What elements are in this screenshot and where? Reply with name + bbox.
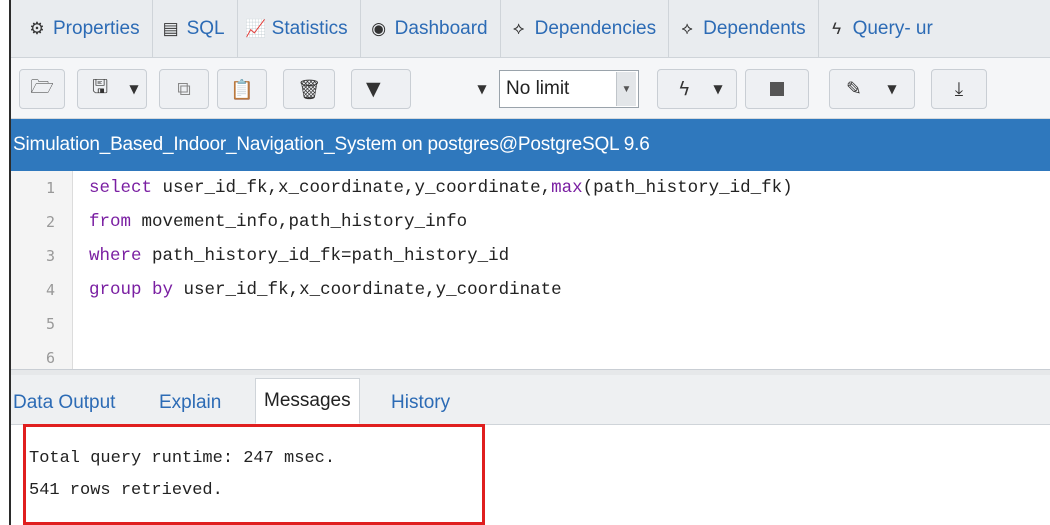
query-tool-icon: ϟ bbox=[832, 18, 842, 38]
message-runtime: Total query runtime: 247 msec. bbox=[29, 449, 336, 468]
tab-label: Dependents bbox=[703, 17, 806, 39]
dependencies-icon: ⟡ bbox=[513, 18, 525, 38]
folder-open-icon: 🗁 bbox=[30, 76, 54, 98]
tab-sql[interactable]: ▤ SQL bbox=[153, 0, 238, 57]
tab-dependents[interactable]: ⟡ Dependents bbox=[669, 0, 819, 57]
execute-options-caret[interactable]: ▼ bbox=[705, 69, 731, 109]
statistics-icon: 📈 bbox=[245, 18, 267, 38]
download-icon: ⤓ bbox=[954, 78, 964, 100]
code-line[interactable]: 3 where path_history_id_fk=path_history_i… bbox=[11, 239, 1050, 273]
sql-token: movement_info,path_history_info bbox=[131, 212, 468, 232]
download-button[interactable]: ⤓ bbox=[931, 69, 987, 109]
tab-query-tool[interactable]: ϟ Query- ur bbox=[819, 0, 945, 57]
tab-statistics[interactable]: 📈 Statistics bbox=[238, 0, 361, 57]
messages-panel: Total query runtime: 247 msec. 541 rows … bbox=[11, 425, 1050, 525]
filter-button[interactable]: ▼ bbox=[351, 69, 411, 109]
tab-label: Properties bbox=[53, 17, 140, 39]
filter-icon: ▼ bbox=[366, 78, 381, 100]
tab-data-output[interactable]: Data Output bbox=[13, 382, 115, 424]
sql-function: max bbox=[551, 178, 583, 198]
code-line[interactable]: 1 select user_id_fk,x_coordinate,y_coordi… bbox=[11, 171, 1050, 205]
tab-dependencies[interactable]: ⟡ Dependencies bbox=[501, 0, 670, 57]
chevron-down-icon: ▼ bbox=[713, 82, 723, 96]
message-rows: 541 rows retrieved. bbox=[29, 481, 223, 500]
paste-icon: 📋 bbox=[230, 78, 254, 101]
trash-icon: 🗑 bbox=[296, 78, 322, 101]
edit-options-caret[interactable]: ▼ bbox=[879, 69, 905, 109]
line-number: 3 bbox=[45, 247, 55, 265]
object-tabs: ⚙ Properties ▤ SQL 📈 Statistics ◉ Dashboard … bbox=[11, 0, 1050, 58]
code-text: where path_history_id_fk=path_history_id bbox=[89, 246, 509, 266]
chevron-down-icon: ▼ bbox=[477, 82, 487, 96]
dashboard-icon: ◉ bbox=[371, 18, 387, 38]
sql-keyword: group bbox=[89, 280, 142, 300]
tab-explain[interactable]: Explain bbox=[159, 382, 221, 424]
tab-messages[interactable]: Messages bbox=[255, 378, 360, 424]
tab-history[interactable]: History bbox=[391, 382, 450, 424]
line-number: 1 bbox=[45, 179, 55, 197]
chevron-down-icon[interactable]: ▼ bbox=[616, 72, 636, 106]
stop-button[interactable] bbox=[745, 69, 809, 109]
tab-dashboard[interactable]: ◉ Dashboard bbox=[361, 0, 501, 57]
tab-label: Query- ur bbox=[852, 17, 933, 39]
line-number: 6 bbox=[45, 349, 55, 367]
paste-button[interactable]: 📋 bbox=[217, 69, 267, 109]
line-number: 5 bbox=[45, 315, 55, 333]
sql-token: path_history_id_fk=path_history_id bbox=[141, 246, 510, 266]
chevron-down-icon: ▼ bbox=[129, 82, 139, 96]
tab-label: Statistics bbox=[271, 17, 348, 39]
copy-icon: ⧉ bbox=[177, 78, 191, 100]
save-options-caret[interactable]: ▼ bbox=[121, 69, 147, 109]
dependents-icon: ⟡ bbox=[681, 18, 693, 38]
tab-label: Dashboard bbox=[394, 17, 488, 39]
tab-properties[interactable]: ⚙ Properties bbox=[19, 0, 153, 57]
sql-token: user_id_fk,x_coordinate,y_coordinate, bbox=[152, 178, 552, 198]
connection-title-bar: Simulation_Based_Indoor_Navigation_Syste… bbox=[11, 119, 1050, 171]
code-line[interactable]: 6 bbox=[11, 341, 1050, 369]
delete-button[interactable]: 🗑 bbox=[283, 69, 335, 109]
copy-button[interactable]: ⧉ bbox=[159, 69, 209, 109]
line-number: 4 bbox=[45, 281, 55, 299]
code-line[interactable]: 5 bbox=[11, 307, 1050, 341]
sql-token: (path_history_id_fk) bbox=[582, 178, 793, 198]
sql-keyword: select bbox=[89, 178, 153, 198]
code-line[interactable]: 2 from movement_info,path_history_info bbox=[11, 205, 1050, 239]
properties-icon: ⚙ bbox=[29, 18, 45, 38]
sql-keyword: where bbox=[89, 246, 142, 266]
stop-icon bbox=[770, 82, 784, 96]
row-limit-select[interactable]: No limit ▼ bbox=[499, 70, 639, 108]
query-tool-window: ⚙ Properties ▤ SQL 📈 Statistics ◉ Dashboard … bbox=[9, 0, 1050, 525]
code-text: from movement_info,path_history_info bbox=[89, 212, 467, 232]
edit-icon: ✎ bbox=[846, 78, 862, 100]
sql-keyword: by bbox=[152, 280, 174, 300]
lightning-icon: ϟ bbox=[678, 78, 691, 100]
sql-keyword: from bbox=[89, 212, 132, 232]
sql-icon: ▤ bbox=[162, 18, 179, 38]
tab-label: SQL bbox=[186, 17, 225, 39]
tab-label: Dependencies bbox=[534, 17, 657, 39]
code-line[interactable]: 4 group by user_id_fk,x_coordinate,y_coor… bbox=[11, 273, 1050, 307]
chevron-down-icon: ▼ bbox=[887, 82, 897, 96]
result-tabs: Data Output Explain Messages History bbox=[11, 375, 1050, 425]
query-toolbar: 🗁 🖫 ▼ ⧉ 📋 🗑 ▼ ▼ No limit ▼ ϟ ▼ ✎ ▼ ⤓ bbox=[11, 58, 1050, 119]
sql-token: user_id_fk,x_coordinate,y_coordinate bbox=[173, 280, 562, 300]
sql-editor[interactable]: 1 select user_id_fk,x_coordinate,y_coordi… bbox=[11, 171, 1050, 369]
open-file-button[interactable]: 🗁 bbox=[19, 69, 65, 109]
filter-options-caret[interactable]: ▼ bbox=[469, 69, 495, 109]
row-limit-value: No limit bbox=[506, 78, 570, 99]
code-text: select user_id_fk,x_coordinate,y_coordin… bbox=[89, 178, 793, 198]
code-text: group by user_id_fk,x_coordinate,y_coord… bbox=[89, 280, 562, 300]
line-number: 2 bbox=[45, 213, 55, 231]
save-icon: 🖫 bbox=[92, 76, 109, 98]
